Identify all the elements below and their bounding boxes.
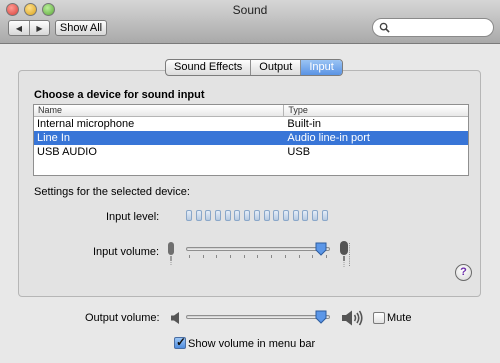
input-level-label: Input level: [106,211,160,223]
device-name-cell: Internal microphone [37,118,135,130]
input-level-segment [282,210,289,221]
input-level-segment [273,210,280,221]
input-level-segment [253,210,260,221]
input-level-segment [186,210,192,221]
microphone-high-icon [340,241,350,267]
forward-arrow-icon: ▶ [36,23,43,33]
column-header-name[interactable]: Name [34,105,283,116]
slider-tick [202,255,204,258]
title-bar: Sound ◀ ▶ Show All [0,0,500,44]
input-level-segment [205,210,212,221]
search-field[interactable] [372,18,494,37]
input-volume-ticks [189,255,327,258]
help-button[interactable]: ? [455,264,472,281]
show-volume-label[interactable]: Show volume in menu bar [188,338,315,350]
output-volume-label: Output volume: [85,312,160,324]
output-volume-slider-knob[interactable] [315,310,327,324]
table-row[interactable]: Internal microphone Built-in [34,117,468,131]
back-button[interactable]: ◀ [9,21,29,35]
show-volume-checkbox[interactable]: ✓ [174,335,187,349]
output-volume-track[interactable] [186,315,330,319]
device-name-cell: Line In [37,132,71,144]
input-level-segment [224,210,231,221]
slider-tick [243,255,245,258]
input-level-segment [302,210,309,221]
slider-tick [312,255,314,258]
device-list-heading: Choose a device for sound input [34,89,205,101]
device-type-cell: USB [287,146,311,158]
slider-tick [216,255,218,258]
input-volume-label: Input volume: [93,246,160,258]
mute-checkbox[interactable] [373,312,385,324]
back-arrow-icon: ◀ [15,23,23,33]
input-level-segment [195,210,202,221]
slider-tick [230,255,232,258]
input-volume-track[interactable] [186,247,330,251]
table-header: Name Type [34,105,468,117]
input-level-meter [186,210,328,221]
search-icon [379,22,390,33]
mute-label[interactable]: Mute [387,312,411,324]
slider-tick [257,255,259,258]
speaker-high-icon [342,310,363,326]
slider-tick [284,255,286,258]
column-header-type[interactable]: Type [283,105,468,116]
input-level-segment [244,210,251,221]
tab-bar: Sound Effects Output Input [165,59,343,76]
microphone-low-icon [168,242,174,266]
device-type-cell: Built-in [287,118,322,130]
slider-tick [271,255,273,258]
checkmark-icon: ✓ [176,335,187,349]
slider-tick [298,255,300,258]
input-level-segment [215,210,222,221]
forward-button[interactable]: ▶ [28,21,49,35]
input-device-table[interactable]: Name Type Internal microphone Built-in L… [33,104,469,176]
window-title: Sound [232,3,268,17]
input-level-segment [321,210,328,221]
input-level-segment [292,210,299,221]
tab-output[interactable]: Output [250,60,300,75]
table-row[interactable]: Line In Audio line-in port [34,131,468,145]
device-type-cell: Audio line-in port [287,132,370,144]
show-all-button[interactable]: Show All [55,20,107,36]
table-row[interactable]: USB AUDIO USB [34,145,468,159]
input-level-segment [311,210,318,221]
tab-input[interactable]: Input [300,60,342,75]
input-level-segment [263,210,270,221]
speaker-low-icon [171,312,179,324]
device-name-cell: USB AUDIO [37,146,97,158]
tab-sound-effects[interactable]: Sound Effects [166,60,250,75]
navigation-buttons: ◀ ▶ [8,20,50,36]
input-level-segment [234,210,241,221]
settings-label: Settings for the selected device: [34,186,190,198]
slider-tick [189,255,190,258]
input-volume-slider-knob[interactable] [315,242,327,256]
